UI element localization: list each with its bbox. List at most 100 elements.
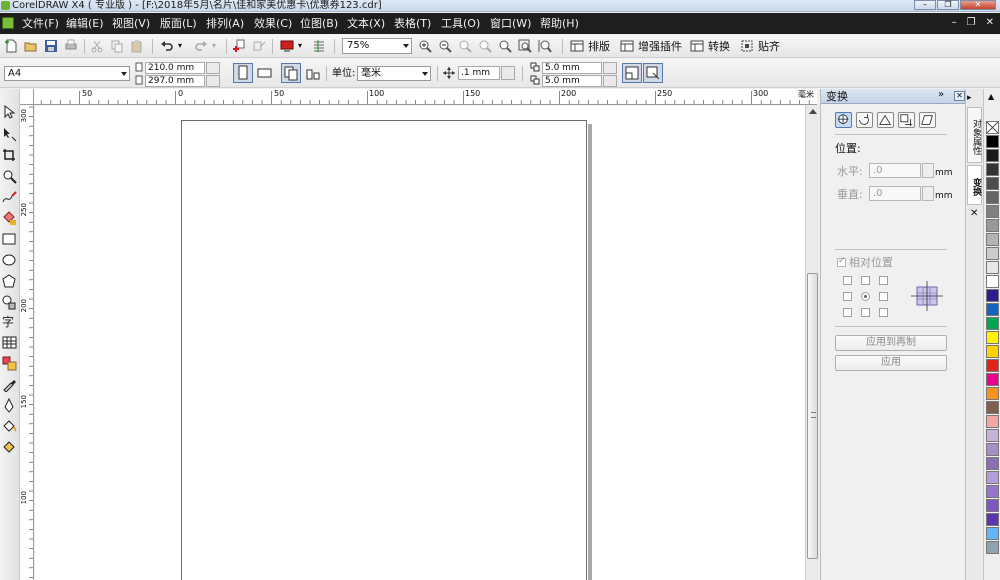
scrollbar-thumb[interactable] [807,273,818,559]
menu-window[interactable]: 窗口(W) [490,16,531,31]
color-swatch[interactable] [986,177,999,190]
anchor-top-right[interactable] [879,276,888,285]
docker-close-icon[interactable]: ✕ [954,91,965,101]
color-swatch[interactable] [986,415,999,428]
landscape-button[interactable] [255,63,275,83]
import-icon[interactable] [232,39,246,53]
polygon-tool-icon[interactable] [2,274,17,289]
application-launcher-icon[interactable] [280,39,294,53]
redo-icon[interactable] [194,39,208,53]
zoom-page-height-icon[interactable] [538,39,552,53]
table-tool-icon[interactable] [2,335,17,350]
zoom-page-width-icon[interactable] [518,39,532,53]
zoom-out-icon[interactable] [438,39,452,53]
document-page[interactable] [181,120,587,580]
open-folder-icon[interactable] [24,39,38,53]
menu-effects[interactable]: 效果(C) [254,16,292,31]
color-swatch[interactable] [986,247,999,260]
zoom-tool-icon[interactable] [2,169,17,184]
welcome-screen-icon[interactable] [312,39,326,53]
fill-tool-icon[interactable] [2,419,17,434]
enhance-plugin-label[interactable]: 增强插件 [638,40,682,53]
color-swatch[interactable] [986,149,999,162]
menu-help[interactable]: 帮助(H) [540,16,579,31]
nudge-distance-field[interactable]: .1 mm [458,66,500,80]
snap-plugin-label[interactable]: 贴齐 [758,40,780,53]
menu-text[interactable]: 文本(X) [347,16,385,31]
shape-tool-icon[interactable] [2,127,17,142]
zoom-in-icon[interactable] [418,39,432,53]
layout-plugin-icon[interactable] [570,39,584,53]
color-swatch[interactable] [986,485,999,498]
duplicate-x-spinner[interactable] [603,62,617,74]
scale-mirror-transform-button[interactable] [877,112,894,128]
current-page-button[interactable] [303,63,323,83]
color-swatch[interactable] [986,527,999,540]
copy-icon[interactable] [110,39,124,53]
undo-icon[interactable] [160,39,174,53]
all-pages-button[interactable] [281,63,301,83]
color-swatch[interactable] [986,261,999,274]
page-height-spinner[interactable] [206,75,220,87]
text-tool-icon[interactable]: 字 [2,314,17,329]
anchor-top-left[interactable] [843,276,852,285]
draw-units-button[interactable] [622,63,642,83]
paper-size-select[interactable]: A4 [4,66,130,81]
anchor-bottom-center[interactable] [861,308,870,317]
treat-as-filled-button[interactable] [643,63,663,83]
freehand-tool-icon[interactable] [2,190,17,205]
snap-plugin-icon[interactable] [740,39,754,53]
horizontal-position-field[interactable]: .0 [869,163,921,178]
nudge-distance-spinner[interactable] [501,66,515,80]
close-icon[interactable]: ✕ [960,0,996,10]
page-width-spinner[interactable] [206,62,220,74]
page-height-field[interactable]: 297.0 mm [145,75,205,87]
color-swatch[interactable] [986,219,999,232]
menu-layout[interactable]: 版面(L) [160,16,197,31]
document-icon[interactable] [2,17,14,29]
skew-transform-button[interactable] [919,112,936,128]
vertical-scrollbar[interactable] [805,105,819,580]
undo-dropdown-icon[interactable]: ▾ [178,41,192,55]
layout-plugin-label[interactable]: 排版 [588,40,610,53]
anchor-top-center[interactable] [861,276,870,285]
color-swatch[interactable] [986,429,999,442]
doc-restore-icon[interactable]: ❐ [967,17,976,28]
doc-close-icon[interactable]: ✕ [986,17,994,28]
print-icon[interactable] [64,39,78,53]
color-swatch[interactable] [986,373,999,386]
cut-icon[interactable] [90,39,104,53]
page-width-field[interactable]: 210.0 mm [145,62,205,74]
convert-plugin-label[interactable]: 转换 [708,40,730,53]
rotate-transform-button[interactable] [856,112,873,128]
minimize-icon[interactable]: – [914,0,936,10]
ellipse-tool-icon[interactable] [2,253,17,268]
vertical-ruler[interactable]: 300 250 200 150 100 [20,105,34,580]
vertical-spinner[interactable] [922,186,934,201]
scroll-up-icon[interactable] [809,109,817,114]
pick-tool-icon[interactable] [2,105,17,120]
paste-icon[interactable] [130,39,144,53]
color-swatch[interactable] [986,401,999,414]
color-swatch[interactable] [986,513,999,526]
apply-to-duplicate-button[interactable]: 应用到再制 [835,335,947,351]
portrait-button[interactable] [233,63,253,83]
menu-tools[interactable]: 工具(O) [441,16,480,31]
color-swatch[interactable] [986,191,999,204]
color-swatch[interactable] [986,359,999,372]
basic-shapes-tool-icon[interactable] [2,295,17,310]
color-swatch[interactable] [986,135,999,148]
anchor-middle-right[interactable] [879,292,888,301]
color-swatch[interactable] [986,499,999,512]
menu-bitmaps[interactable]: 位图(B) [300,16,338,31]
smart-fill-tool-icon[interactable] [2,211,17,226]
size-transform-button[interactable] [898,112,915,128]
duplicate-distance-x-field[interactable]: 5.0 mm [542,62,602,74]
horizontal-spinner[interactable] [922,163,934,178]
apply-button[interactable]: 应用 [835,355,947,371]
color-swatch[interactable] [986,289,999,302]
color-swatch[interactable] [986,275,999,288]
anchor-bottom-right[interactable] [879,308,888,317]
relative-position-checkbox[interactable]: ✓ [837,256,846,267]
color-swatch[interactable] [986,541,999,554]
